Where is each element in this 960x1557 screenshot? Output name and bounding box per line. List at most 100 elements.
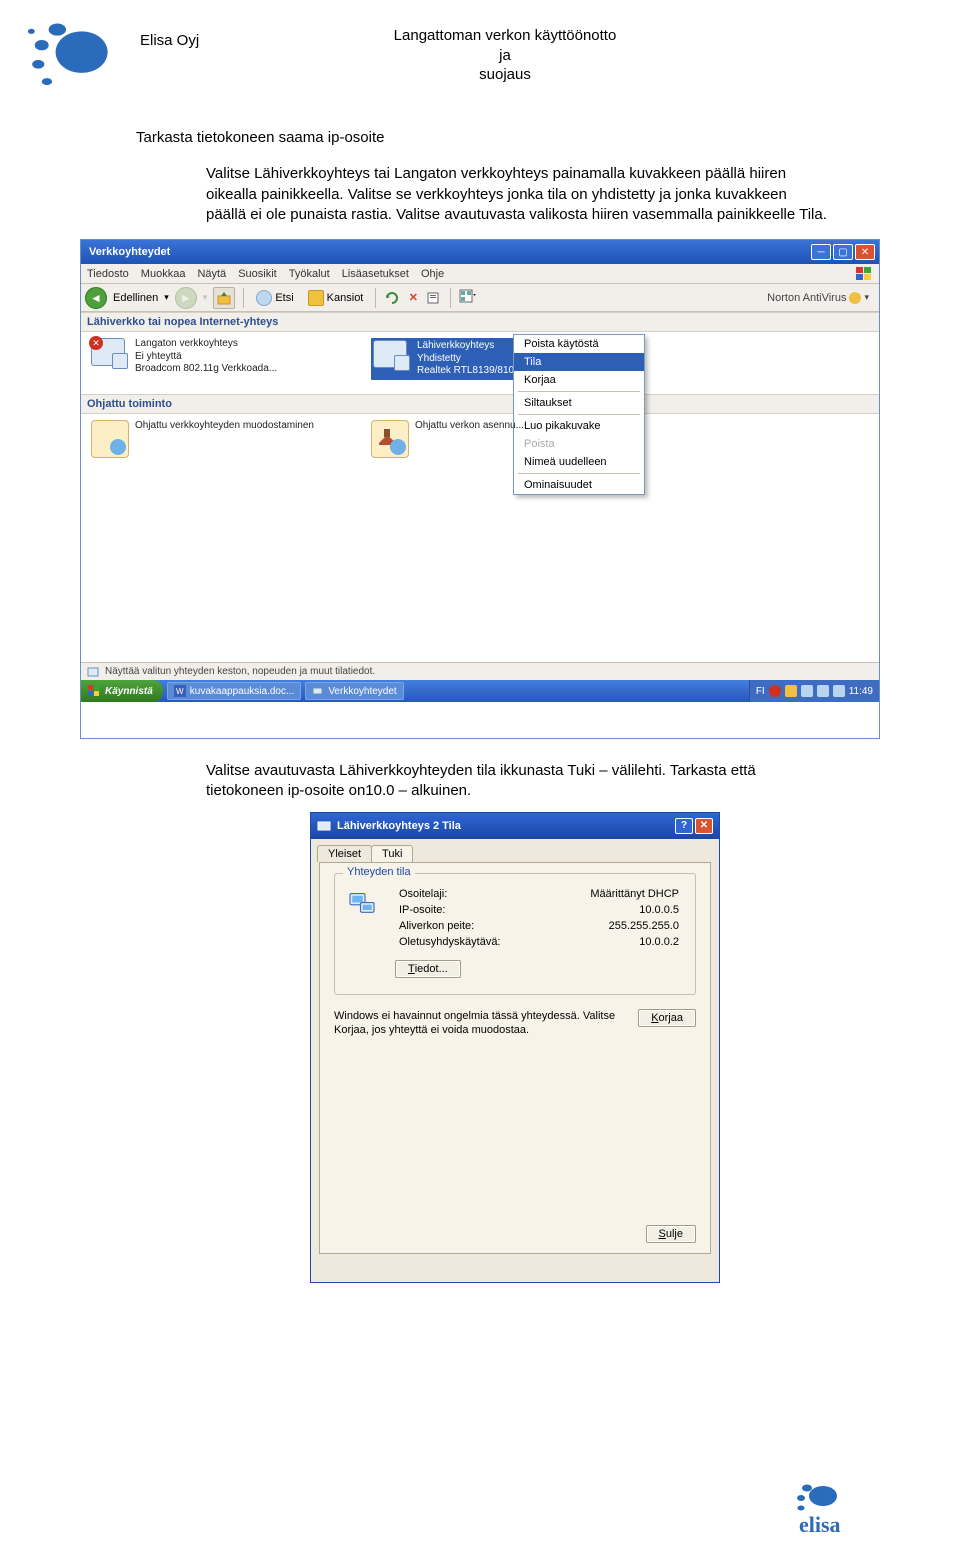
up-button[interactable] bbox=[213, 287, 235, 309]
start-button[interactable]: Käynnistä bbox=[81, 680, 163, 702]
status-text: Näyttää valitun yhteyden keston, nopeude… bbox=[105, 666, 375, 677]
network-connections-window: Verkkoyhteydet ─ ▢ ✕ Tiedosto Muokkaa Nä… bbox=[80, 239, 880, 739]
tray-lang[interactable]: FI bbox=[756, 686, 765, 697]
menu-ohje[interactable]: Ohje bbox=[421, 268, 444, 280]
help-button[interactable]: ? bbox=[675, 818, 693, 834]
subnet-label: Aliverkon peite: bbox=[399, 920, 474, 932]
header-company: Elisa Oyj bbox=[140, 32, 199, 49]
properties-button[interactable] bbox=[426, 290, 442, 306]
menu-bar: Tiedosto Muokkaa Näytä Suosikit Työkalut… bbox=[81, 264, 879, 284]
disconnected-badge-icon: ✕ bbox=[89, 336, 103, 350]
delete-button[interactable]: ✕ bbox=[406, 291, 420, 305]
ip-value: 10.0.0.5 bbox=[639, 904, 679, 916]
gateway-label: Oletusyhdyskäytävä: bbox=[399, 936, 501, 948]
taskbar-item-network[interactable]: Verkkoyhteydet bbox=[305, 682, 403, 700]
ctx-status[interactable]: Tila bbox=[514, 353, 644, 371]
elisa-footer-logo-icon: elisa bbox=[795, 1482, 890, 1537]
header-title: Langattoman verkon käyttöönotto ja suoja… bbox=[320, 26, 690, 85]
repair-button[interactable]: Korjaa bbox=[638, 1009, 696, 1027]
network-large-icon bbox=[347, 886, 387, 926]
tab-strip: Yleiset Tuki bbox=[311, 839, 719, 862]
task-label: kuvakaappauksia.doc... bbox=[190, 686, 295, 697]
subnet-value: 255.255.255.0 bbox=[609, 920, 679, 932]
search-button[interactable]: Etsi bbox=[252, 289, 297, 307]
dialog-title-bar: Lähiverkkoyhteys 2 Tila ? ✕ bbox=[311, 813, 719, 839]
search-label: Etsi bbox=[275, 292, 293, 304]
ctx-disable[interactable]: Poista käytöstä bbox=[514, 335, 644, 353]
tab-general[interactable]: Yleiset bbox=[317, 845, 372, 862]
network-small-icon bbox=[312, 685, 324, 697]
wizard-label: Ohjattu verkon asennu... bbox=[415, 420, 524, 433]
content-area: Lähiverkko tai nopea Internet-yhteys ✕ L… bbox=[81, 312, 879, 702]
ctx-repair[interactable]: Korjaa bbox=[514, 371, 644, 389]
menu-nayta[interactable]: Näytä bbox=[197, 268, 226, 280]
close-button[interactable]: ✕ bbox=[695, 818, 713, 834]
elisa-logo-icon bbox=[22, 14, 110, 92]
ip-label: IP-osoite: bbox=[399, 904, 445, 916]
title-bar: Verkkoyhteydet ─ ▢ ✕ bbox=[81, 240, 879, 264]
ctx-properties[interactable]: Ominaisuudet bbox=[514, 476, 644, 494]
group-lan: Lähiverkko tai nopea Internet-yhteys bbox=[81, 312, 879, 332]
header-title-l3: suojaus bbox=[479, 66, 531, 83]
tab-support[interactable]: Tuki bbox=[371, 845, 413, 862]
search-icon bbox=[256, 290, 272, 306]
header-title-l2: ja bbox=[499, 47, 511, 64]
wireless-connection-item[interactable]: ✕ Langaton verkkoyhteys Ei yhteyttä Broa… bbox=[91, 338, 321, 376]
close-dialog-button[interactable]: Sulje bbox=[646, 1225, 696, 1243]
menu-muokkaa[interactable]: Muokkaa bbox=[141, 268, 186, 280]
network-icon: ✕ bbox=[91, 338, 129, 376]
minimize-button[interactable]: ─ bbox=[811, 244, 831, 260]
network-icon bbox=[373, 340, 411, 378]
tray-icon[interactable] bbox=[785, 685, 797, 697]
conn-device: Realtek RTL8139/810x bbox=[417, 365, 519, 378]
details-button[interactable]: TTiedot...iedot... bbox=[395, 960, 461, 978]
forward-button[interactable]: ► bbox=[175, 287, 197, 309]
new-connection-wizard-item[interactable]: Ohjattu verkkoyhteyden muodostaminen bbox=[91, 420, 321, 458]
back-dropdown-icon[interactable]: ▾ bbox=[164, 292, 169, 303]
maximize-button[interactable]: ▢ bbox=[833, 244, 853, 260]
wizard-label: Ohjattu verkkoyhteyden muodostaminen bbox=[135, 420, 314, 433]
tray-icon[interactable] bbox=[817, 685, 829, 697]
start-flag-icon bbox=[87, 684, 101, 698]
system-tray: FI 11:49 bbox=[749, 680, 879, 702]
conn-name: Lähiverkkoyhteys bbox=[417, 340, 519, 353]
header-title-l1: Langattoman verkon käyttöönotto bbox=[394, 27, 617, 44]
taskbar-item-doc[interactable]: W kuvakaappauksia.doc... bbox=[167, 682, 302, 700]
task-label: Verkkoyhteydet bbox=[328, 686, 396, 697]
back-label: Edellinen bbox=[113, 292, 158, 304]
menu-tyokalut[interactable]: Työkalut bbox=[289, 268, 330, 280]
conn-device: Broadcom 802.11g Verkkoada... bbox=[135, 363, 277, 376]
back-button[interactable]: ◄ bbox=[85, 287, 107, 309]
menu-lisaasetukset[interactable]: Lisäasetukset bbox=[342, 268, 409, 280]
help-text: Windows ei havainnut ongelmia tässä yhte… bbox=[334, 1009, 624, 1038]
conn-status: Ei yhteyttä bbox=[135, 351, 277, 364]
folder-icon bbox=[308, 290, 324, 306]
conn-status: Yhdistetty bbox=[417, 353, 519, 366]
addr-type-value: Määrittänyt DHCP bbox=[590, 888, 679, 900]
menu-tiedosto[interactable]: Tiedosto bbox=[87, 268, 129, 280]
norton-antivirus-button[interactable]: Norton AntiVirus ▾ bbox=[767, 292, 875, 304]
close-button[interactable]: ✕ bbox=[855, 244, 875, 260]
sync-button[interactable] bbox=[384, 290, 400, 306]
views-button[interactable] bbox=[459, 288, 477, 307]
status-bar: Näyttää valitun yhteyden keston, nopeude… bbox=[81, 662, 879, 680]
tray-icon[interactable] bbox=[833, 685, 845, 697]
network-setup-wizard-item[interactable]: Ohjattu verkon asennu... bbox=[371, 420, 601, 458]
connection-status-dialog: Lähiverkkoyhteys 2 Tila ? ✕ Yleiset Tuki… bbox=[310, 812, 720, 1283]
info-icon bbox=[87, 665, 101, 679]
ctx-bridge[interactable]: Siltaukset bbox=[514, 394, 644, 412]
toolbar: ◄ Edellinen ▾ ► ▾ Etsi Kansiot ✕ Norton bbox=[81, 284, 879, 312]
menu-suosikit[interactable]: Suosikit bbox=[238, 268, 277, 280]
windows-flag-icon bbox=[855, 266, 873, 282]
tray-icon[interactable] bbox=[769, 685, 781, 697]
svg-text:W: W bbox=[176, 687, 184, 696]
tray-icon[interactable] bbox=[801, 685, 813, 697]
group-wizard: Ohjattu toiminto bbox=[81, 394, 879, 414]
norton-dropdown-icon: ▾ bbox=[864, 292, 869, 303]
folders-button[interactable]: Kansiot bbox=[304, 289, 368, 307]
connection-state-fieldset: Yhteyden tila Osoitelaji:Määrittänyt DHC… bbox=[334, 873, 696, 995]
word-icon: W bbox=[174, 685, 186, 697]
wizard-icon bbox=[91, 420, 129, 458]
tray-clock: 11:49 bbox=[849, 686, 873, 697]
network-icon bbox=[317, 818, 333, 834]
